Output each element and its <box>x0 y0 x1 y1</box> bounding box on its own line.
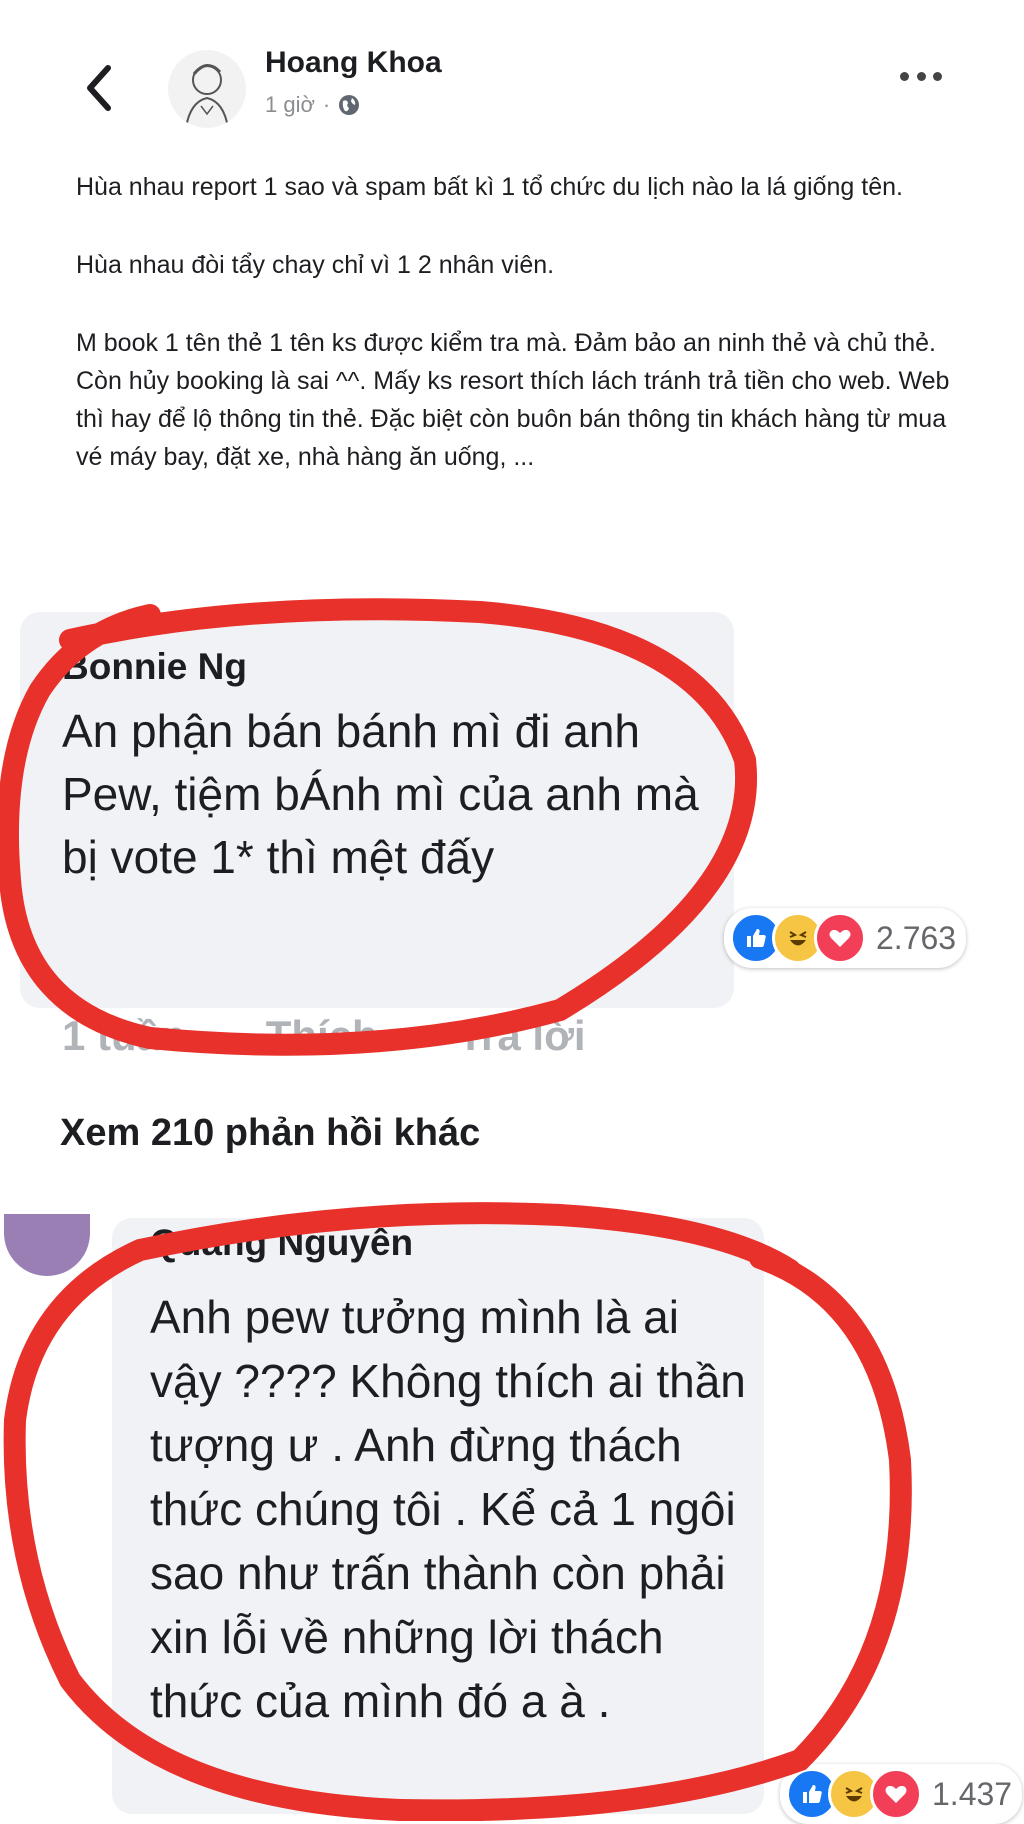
comment-actions: 1 tuần Thích Trả lời <box>62 1012 586 1060</box>
commenter-avatar[interactable] <box>4 1214 90 1276</box>
post-paragraph: Hùa nhau đòi tẩy chay chỉ vì 1 2 nhân vi… <box>76 251 555 279</box>
post-meta: 1 giờ · <box>265 92 360 118</box>
author-avatar[interactable] <box>168 50 246 128</box>
post-text: Hùa nhau report 1 sao và spam bất kì 1 t… <box>76 168 956 516</box>
post-time[interactable]: 1 giờ <box>265 92 315 118</box>
comment-author[interactable]: Quang Nguyễn <box>150 1222 413 1264</box>
globe-icon <box>339 95 360 115</box>
more-options-icon[interactable] <box>900 72 942 86</box>
reply-link[interactable]: Trả lời <box>458 1012 586 1060</box>
reaction-count: 1.437 <box>932 1775 1013 1812</box>
post-paragraph: M book 1 tên thẻ 1 tên ks được kiểm tra … <box>76 329 950 471</box>
reaction-summary[interactable]: 1.437 <box>780 1764 1023 1824</box>
love-icon <box>814 912 866 964</box>
comment-text: Anh pew tưởng mình là ai vậy ???? Không … <box>150 1291 746 1727</box>
love-icon <box>870 1768 922 1820</box>
back-arrow-icon <box>87 65 111 111</box>
comment-text: An phận bán bánh mì đi anh Pew, tiệm bÁn… <box>62 705 699 883</box>
comment-time[interactable]: 1 tuần <box>62 1012 186 1060</box>
back-button[interactable] <box>80 58 120 118</box>
reaction-count: 2.763 <box>876 919 957 956</box>
view-more-replies-link[interactable]: Xem 210 phản hồi khác <box>60 1112 480 1155</box>
author-name[interactable]: Hoang Khoa <box>265 46 442 80</box>
meta-separator: · <box>322 92 331 117</box>
reaction-summary[interactable]: 2.763 <box>724 908 967 968</box>
post-paragraph: Hùa nhau report 1 sao và spam bất kì 1 t… <box>76 173 903 201</box>
comment-author[interactable]: Bonnie Ng <box>62 646 247 688</box>
like-link[interactable]: Thích <box>266 1012 378 1060</box>
